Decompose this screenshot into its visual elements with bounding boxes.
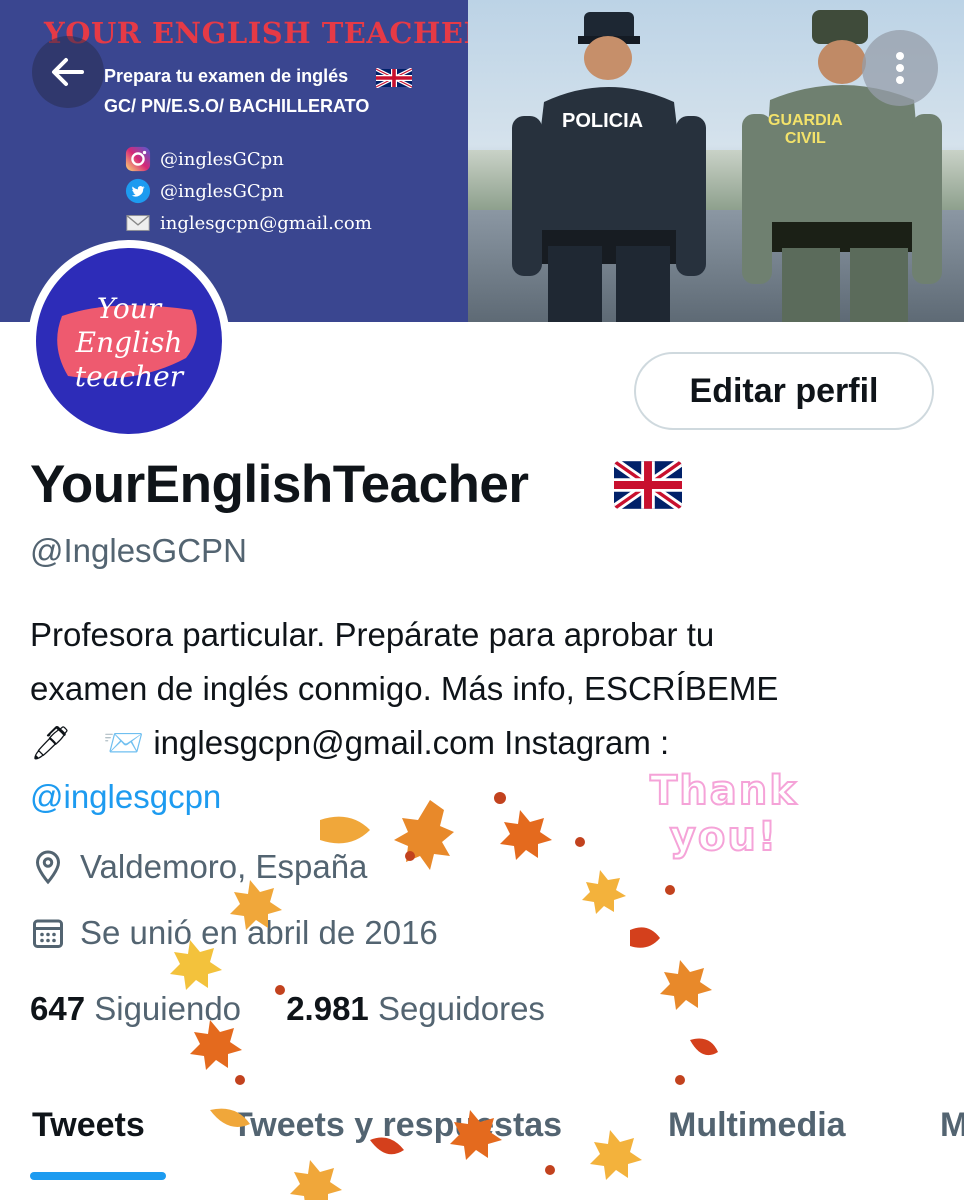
user-handle: @InglesGCPN [30,532,247,569]
instagram-link[interactable]: @inglesgcpn [30,778,221,815]
follow-stats: 647 Siguiendo 2.981 Seguidores [30,990,545,1028]
tab-tweets[interactable]: Tweets [32,1106,145,1145]
profile-tabs: Tweets Tweets y respuestas Multimedia M [0,1098,964,1200]
banner-title: YOUR ENGLISH TEACHER [44,16,489,50]
instagram-icon [125,146,151,172]
banner-instagram: @inglesGCpn [124,146,284,172]
pen-emoji-icon: 🖊 [30,724,72,761]
more-options-button[interactable] [862,30,938,106]
avatar-image: Your English teacher [36,248,222,434]
tab-likes[interactable]: M [940,1106,964,1145]
tab-media[interactable]: Multimedia [668,1106,846,1145]
location-pin-icon [35,850,61,885]
display-name: YourEnglishTeacher [30,455,529,514]
twitter-bird-icon [125,178,151,204]
followers-link[interactable]: 2.981 Seguidores [286,990,545,1027]
followers-label: Seguidores [377,990,545,1027]
envelope-icon [126,215,150,231]
calendar-icon [33,919,63,948]
following-label: Siguiendo [94,990,242,1027]
bio-line: Profesora particular. Prepárate para apr… [30,616,715,653]
banner-twitter: @inglesGCpn [124,178,284,204]
envelope-emoji-icon: 📨 [103,724,145,761]
thank-you-sticker: Thank you! [649,767,798,861]
profile-bio: Profesora particular. Prepárate para apr… [30,608,950,824]
uk-flag-icon [614,461,682,509]
banner-subtitle-exams: GC/ PN/E.S.O/ BACHILLERATO [104,96,370,116]
arrow-left-icon [52,58,84,86]
police-label: POLICIA [562,110,644,132]
guardia-label: GUARDIA CIVIL [768,112,843,147]
profile-avatar[interactable]: Your English teacher [28,240,230,442]
back-button[interactable] [32,36,104,108]
avatar-logo-text: Your English teacher [74,292,184,393]
profile-join-date: Se unió en abril de 2016 [30,914,438,952]
bio-line: 🖊 📨 inglesgcpn@gmail.com Instagram : [30,724,670,761]
banner-subtitle: Prepara tu examen de inglés [104,66,349,86]
active-tab-indicator [30,1172,166,1180]
bio-line: examen de inglés conmigo. Más info, ESCR… [30,670,779,707]
following-link[interactable]: 647 Siguiendo [30,990,250,1027]
uk-flag-icon [376,68,412,88]
profile-location: Valdemoro, España [30,848,367,886]
edit-profile-button[interactable]: Editar perfil [634,352,934,430]
following-count: 647 [30,990,86,1027]
tab-tweets-replies[interactable]: Tweets y respuestas [232,1106,562,1145]
banner-email: inglesgcpn@gmail.com [124,210,372,236]
followers-count: 2.981 [286,990,369,1027]
police-officer-image [512,12,706,322]
more-vertical-icon [896,52,904,84]
